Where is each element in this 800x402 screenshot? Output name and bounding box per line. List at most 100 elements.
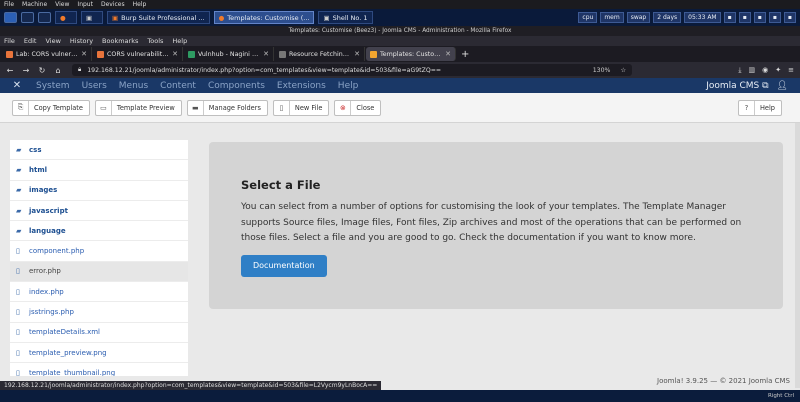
file-item[interactable]: ▯ component.php	[10, 241, 188, 262]
browser-menu-view[interactable]: View	[45, 36, 60, 46]
desktop-taskbar: ● ▣ ▣ Burp Suite Professional ... ● Templates…	[0, 9, 800, 26]
folder-item[interactable]: ▰ language	[10, 221, 188, 242]
terminal-icon: ▣	[86, 13, 93, 22]
library-icon[interactable]: ▥	[749, 66, 756, 75]
tab-close-icon[interactable]: ✕	[445, 50, 451, 58]
template-file-tree: ▰ css ▰ html ▰ images ▰ javascript ▰ language ▯ com…	[10, 140, 188, 376]
vm-menu-help[interactable]: Help	[133, 0, 147, 9]
browser-menu-tools[interactable]: Tools	[147, 36, 163, 46]
file-item[interactable]: ▯ error.php	[10, 261, 188, 283]
file-icon: ▯	[16, 368, 20, 376]
vm-menu-file[interactable]: File	[4, 0, 14, 9]
template-preview-button[interactable]: ▭ Template Preview	[94, 99, 182, 116]
joomla-menu-system[interactable]: System	[36, 81, 70, 91]
url-text: 192.168.12.21/joomla/administrator/index…	[87, 66, 442, 74]
folder-icon: ▰	[16, 145, 22, 154]
vm-menu-machine[interactable]: Machine	[22, 0, 47, 9]
taskbar-task[interactable]: ▣ Shell No. 1	[318, 11, 373, 24]
network-icon[interactable]: ▪	[723, 12, 736, 23]
vm-menu-view[interactable]: View	[55, 0, 69, 9]
taskbar-task[interactable]: ▣	[81, 11, 103, 24]
documentation-button[interactable]: Documentation	[241, 254, 327, 277]
joomla-menu-menus[interactable]: Menus	[119, 81, 148, 91]
browser-menu-history[interactable]: History	[70, 36, 93, 46]
folder-item[interactable]: ▰ css	[10, 140, 188, 161]
workspace-1-icon[interactable]	[21, 12, 34, 23]
file-icon: ▯	[16, 267, 20, 276]
joomla-menu-help[interactable]: Help	[338, 81, 359, 91]
tab-close-icon[interactable]: ✕	[263, 50, 269, 58]
close-button[interactable]: ⊗ Close	[334, 99, 382, 116]
vm-menu-devices[interactable]: Devices	[101, 0, 125, 9]
tree-item-label: javascript	[29, 206, 68, 215]
browser-menu-help[interactable]: Help	[172, 36, 187, 46]
taskbar-task[interactable]: ● Templates: Customise (...	[213, 11, 315, 24]
browser-menu-bookmarks[interactable]: Bookmarks	[102, 36, 138, 46]
tree-item-label: index.php	[29, 287, 64, 296]
lock-icon: 🔒︎	[78, 66, 82, 73]
copy-template-button[interactable]: ⎘ Copy Template	[12, 99, 90, 116]
back-icon[interactable]: ←	[4, 66, 16, 75]
lock-screen-icon[interactable]: ▪	[768, 12, 781, 23]
tab-favicon-icon	[279, 50, 286, 58]
page-scrollbar[interactable]	[795, 123, 800, 388]
browser-tab[interactable]: Vulnhub - Nagini Walkth...✕	[184, 47, 274, 61]
tree-item-label: language	[29, 226, 66, 235]
account-icon[interactable]: ◉	[762, 66, 768, 75]
joomla-menu-components[interactable]: Components	[208, 81, 265, 91]
file-item[interactable]: ▯ index.php	[10, 282, 188, 303]
file-item[interactable]: ▯ template_preview.png	[10, 343, 188, 364]
workspace-2-icon[interactable]	[38, 12, 51, 23]
help-button[interactable]: ? Help	[737, 99, 782, 116]
manage-folders-button[interactable]: ▬ Manage Folders	[186, 99, 268, 116]
bookmark-star-icon[interactable]: ☆	[620, 67, 626, 74]
joomla-menu-extensions[interactable]: Extensions	[277, 81, 326, 91]
folder-item[interactable]: ▰ images	[10, 181, 188, 201]
new-file-button[interactable]: ▯ New File	[272, 99, 330, 116]
browser-menu-edit[interactable]: Edit	[24, 36, 37, 46]
tray-chip: cpu	[578, 12, 598, 23]
browser-tab[interactable]: Resource Fetching Page✕	[275, 47, 365, 61]
joomla-logo-icon[interactable]: ✕	[8, 80, 26, 91]
app-menu-icon[interactable]: ≡	[788, 66, 794, 75]
template-preview-label: Template Preview	[116, 103, 175, 112]
bell-icon[interactable]: ▪	[753, 12, 766, 23]
downloads-icon[interactable]: ⤓	[738, 66, 741, 75]
vm-menu-input[interactable]: Input	[77, 0, 93, 9]
tab-favicon-icon	[6, 50, 13, 58]
file-item[interactable]: ▯ jsstrings.php	[10, 302, 188, 323]
tree-item-label: component.php	[29, 247, 85, 256]
home-icon[interactable]: ⌂	[52, 66, 64, 75]
tab-close-icon[interactable]: ✕	[172, 50, 178, 58]
tab-label: Vulnhub - Nagini Walkth...	[198, 50, 260, 58]
tray-chip: swap	[626, 12, 651, 23]
reload-icon[interactable]: ↻	[36, 66, 48, 75]
extensions-icon[interactable]: ✦	[775, 66, 781, 75]
joomla-menu-content[interactable]: Content	[160, 81, 196, 91]
tab-close-icon[interactable]: ✕	[354, 50, 360, 58]
site-name-link[interactable]: Joomla CMS ⧉	[706, 81, 768, 91]
zoom-level[interactable]: 130%	[593, 67, 611, 74]
volume-icon[interactable]: ▪	[738, 12, 751, 23]
url-bar[interactable]: 🔒︎ 192.168.12.21/joomla/administrator/in…	[72, 64, 632, 76]
tab-close-icon[interactable]: ✕	[81, 50, 87, 58]
taskbar-task[interactable]: ▣ Burp Suite Professional ...	[107, 11, 210, 24]
file-item[interactable]: ▯ template_thumbnail.png	[10, 363, 188, 376]
taskbar-task[interactable]: ●	[55, 11, 77, 24]
file-item[interactable]: ▯ templateDetails.xml	[10, 323, 188, 343]
user-menu-icon[interactable]: 👤︎	[777, 81, 788, 91]
browser-tab[interactable]: Templates: Customise (B...✕	[366, 47, 456, 61]
folder-item[interactable]: ▰ javascript	[10, 201, 188, 222]
folder-item[interactable]: ▰ html	[10, 160, 188, 181]
browser-tab[interactable]: CORS vulnerability with ...✕	[93, 47, 183, 61]
browser-menu-file[interactable]: File	[4, 36, 15, 46]
new-tab-button[interactable]: +	[461, 49, 469, 60]
vm-status-tray: Right Ctrl	[0, 390, 800, 402]
kali-menu-icon[interactable]	[4, 12, 17, 23]
power-icon[interactable]: ▪	[783, 12, 796, 23]
forward-icon[interactable]: →	[20, 66, 32, 75]
joomla-menu-users[interactable]: Users	[82, 81, 107, 91]
tray-chip: mem	[600, 12, 624, 23]
copy-icon: ⎘	[13, 100, 29, 115]
browser-tab[interactable]: Lab: CORS vulnerability w...✕	[2, 47, 92, 61]
